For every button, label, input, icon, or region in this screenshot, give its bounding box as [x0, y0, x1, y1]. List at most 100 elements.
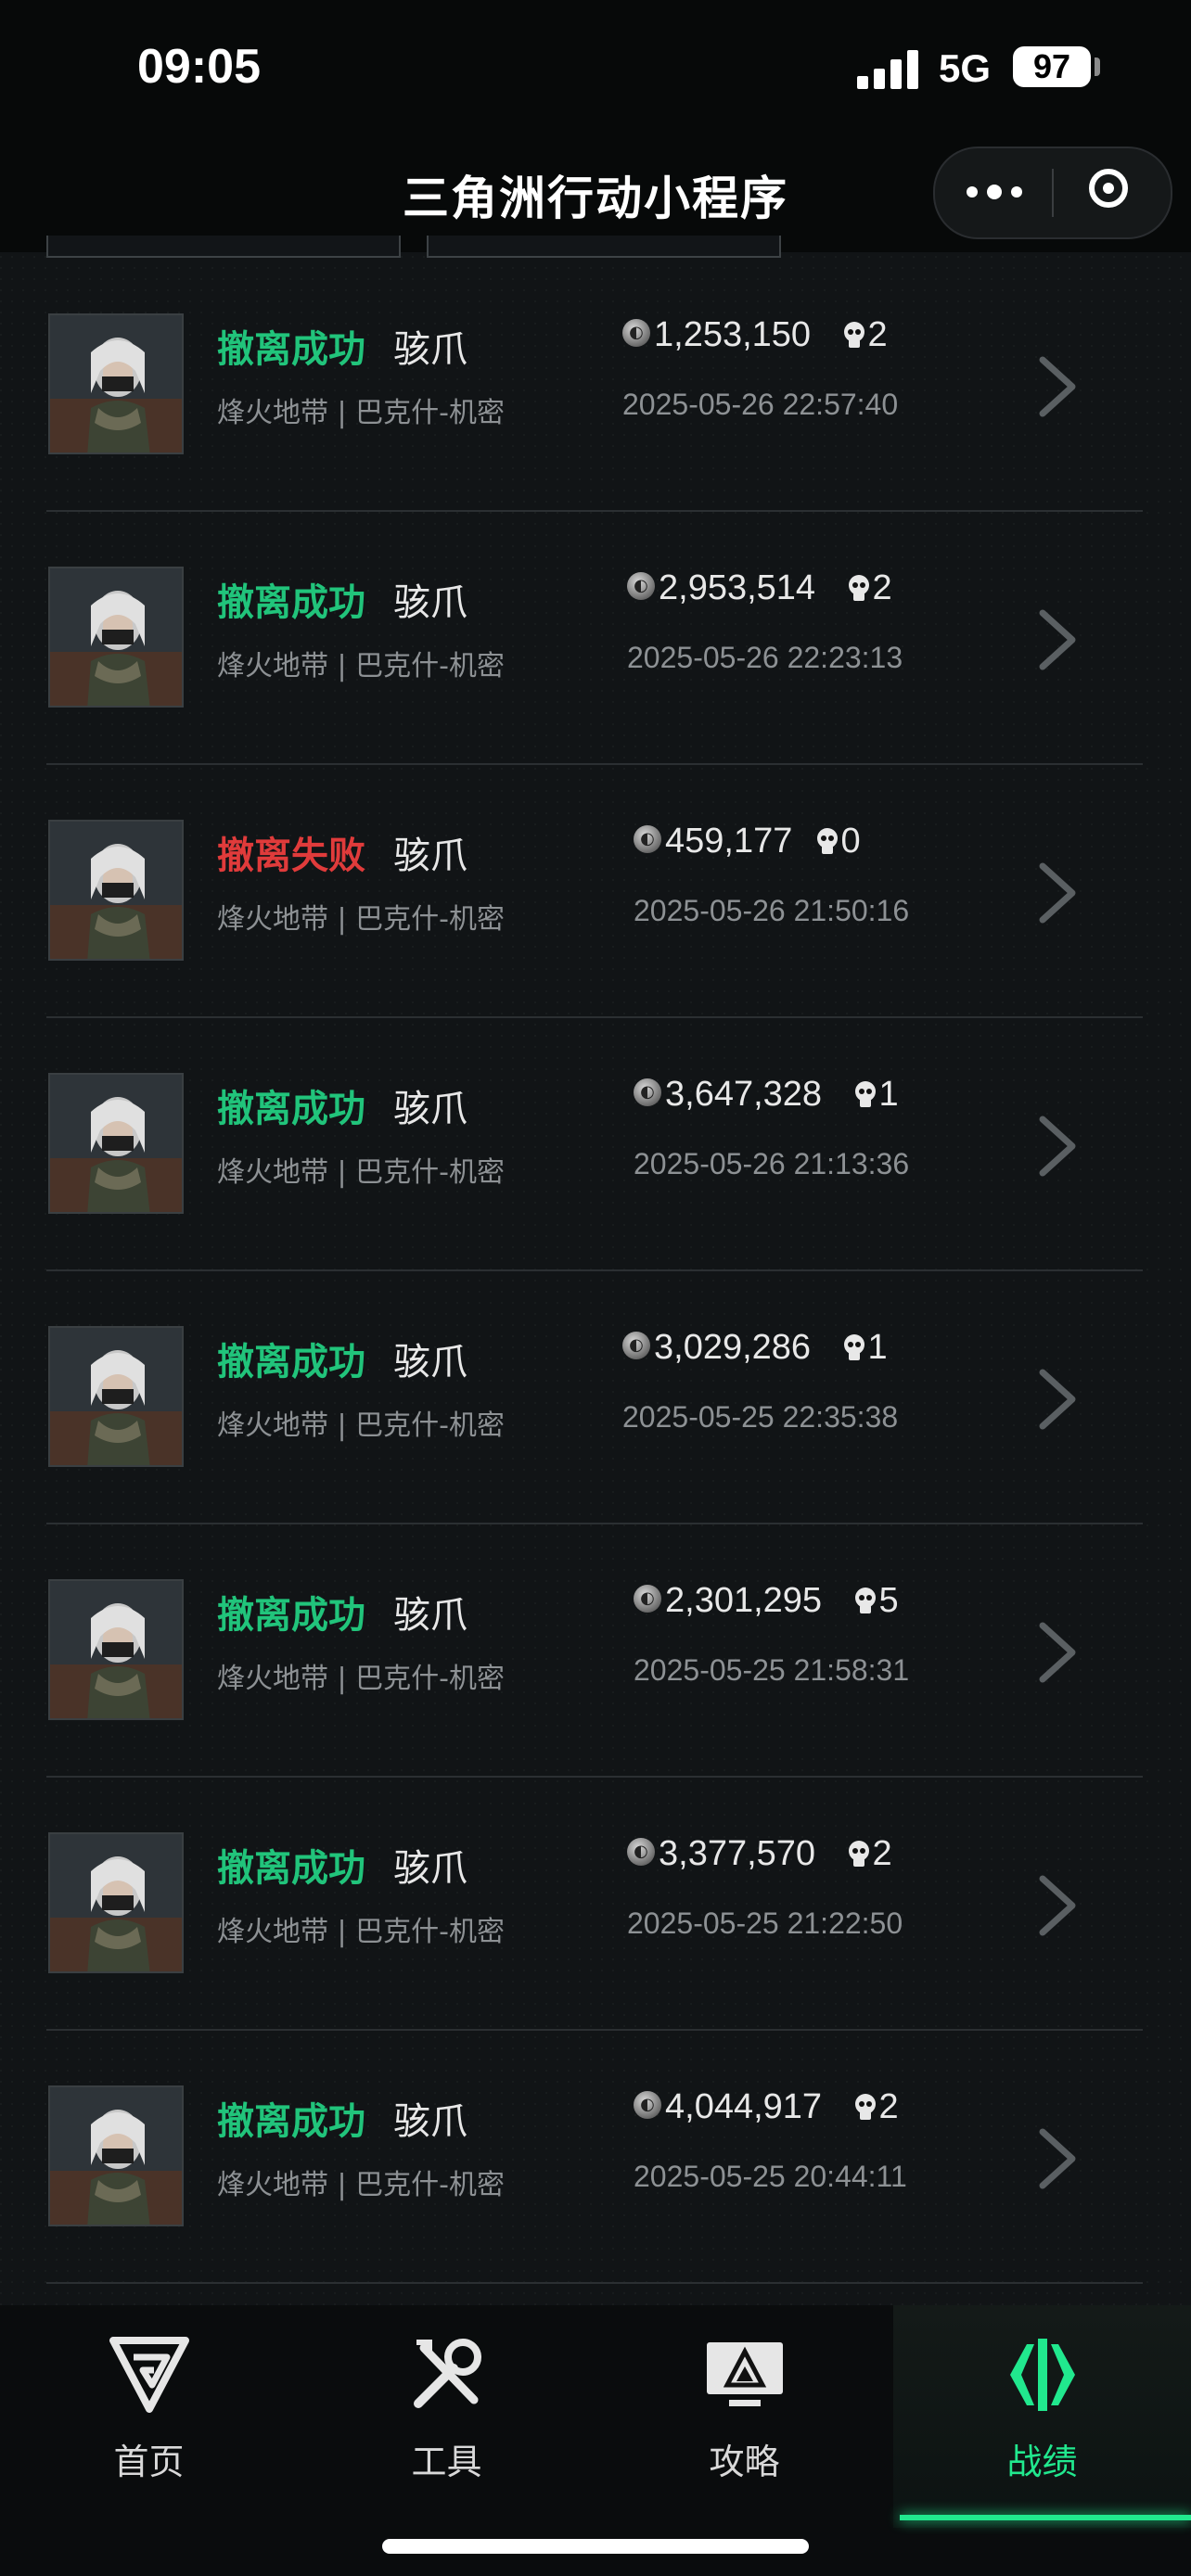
haul-value: 2,953,514: [659, 568, 816, 607]
extraction-status: 撤离成功: [217, 1341, 365, 1384]
status-bar: 09:05 5G 97: [0, 0, 1191, 139]
kills-skull-icon: [816, 828, 838, 854]
coin-icon: ◐: [622, 319, 650, 347]
extraction-status: 撤离成功: [217, 2100, 365, 2143]
extraction-status: 撤离失败: [217, 835, 365, 877]
operator-name: 骇爪: [393, 2100, 467, 2143]
tab-label: 首页: [113, 2442, 185, 2482]
operator-name: 骇爪: [393, 1088, 467, 1130]
operator-avatar: [48, 820, 184, 961]
map-mode: 烽火地带 | 巴克什-机密: [217, 1916, 506, 1948]
home-indicator[interactable]: [382, 2539, 809, 2554]
map-mode: 烽火地带 | 巴克什-机密: [217, 397, 506, 429]
record-row[interactable]: 撤离失败 骇爪 烽火地带 | 巴克什-机密 ◐ 459,177 0 2025-0…: [46, 764, 1143, 1018]
tab-home[interactable]: 首页: [0, 2305, 298, 2528]
coin-icon: ◐: [634, 1585, 661, 1613]
kill-count: 2: [872, 1834, 892, 1873]
kills-skull-icon: [854, 2094, 876, 2120]
record-row[interactable]: 撤离成功 骇爪 烽火地带 | 巴克什-机密 ◐ 2,301,295 5 2025…: [46, 1524, 1143, 1778]
kills-skull-icon: [854, 1588, 876, 1613]
coin-icon: ◐: [634, 1078, 661, 1106]
kills-skull-icon: [848, 1841, 869, 1867]
kill-count: 2: [878, 2087, 899, 2126]
chevron-right-icon[interactable]: [1031, 1367, 1083, 1432]
operator-name: 骇爪: [393, 835, 467, 877]
extraction-status: 撤离成功: [217, 1847, 365, 1890]
match-datetime: 2025-05-26 21:13:36: [634, 1147, 910, 1180]
kill-count: 5: [878, 1581, 899, 1620]
coin-icon: ◐: [627, 1838, 655, 1866]
chevron-right-icon[interactable]: [1031, 354, 1083, 419]
record-row[interactable]: 撤离成功 骇爪 烽火地带 | 巴克什-机密 ◐ 1,253,150 2 2025…: [46, 258, 1143, 512]
haul-value: 3,647,328: [665, 1075, 823, 1114]
tab-guide[interactable]: 攻略: [596, 2305, 893, 2528]
operator-avatar: [48, 313, 184, 454]
coin-icon: ◐: [634, 2091, 661, 2119]
record-row[interactable]: 撤离成功 骇爪 烽火地带 | 巴克什-机密 ◐ 3,647,328 1 2025…: [46, 1017, 1143, 1271]
close-miniprogram-icon[interactable]: [1089, 169, 1128, 208]
operator-name: 骇爪: [393, 1847, 467, 1890]
tab-label: 攻略: [709, 2442, 780, 2482]
home-logo-icon: [109, 2337, 189, 2413]
filter-dropdown-1[interactable]: [46, 236, 401, 258]
map-mode: 烽火地带 | 巴克什-机密: [217, 1663, 506, 1695]
status-time: 09:05: [137, 40, 261, 94]
chevron-right-icon[interactable]: [1031, 1620, 1083, 1685]
chevron-right-icon[interactable]: [1031, 607, 1083, 672]
map-mode: 烽火地带 | 巴克什-机密: [217, 1409, 506, 1442]
capsule-divider: [1052, 169, 1054, 217]
kill-count: 2: [867, 315, 888, 354]
kills-skull-icon: [854, 1081, 876, 1107]
tab-records[interactable]: 战绩: [893, 2305, 1191, 2528]
extraction-status: 撤离成功: [217, 328, 365, 371]
operator-avatar: [48, 1579, 184, 1720]
chevron-right-icon[interactable]: [1031, 1873, 1083, 1938]
operator-name: 骇爪: [393, 328, 467, 371]
active-tab-indicator: [900, 2515, 1191, 2520]
more-menu-icon[interactable]: [967, 178, 1022, 206]
app-page: 09:05 5G 97 三角洲行动小程序 撤离成功 骇爪 烽火地带 | 巴克什-…: [0, 0, 1191, 2576]
miniprogram-capsule: [933, 147, 1172, 239]
map-mode: 烽火地带 | 巴克什-机密: [217, 1156, 506, 1189]
tab-bar: 首页 工具 攻略 战绩: [0, 2305, 1191, 2576]
match-datetime: 2025-05-25 21:22:50: [627, 1906, 903, 1940]
kill-count: 0: [840, 822, 861, 861]
chevron-right-icon[interactable]: [1031, 1114, 1083, 1179]
match-datetime: 2025-05-25 21:58:31: [634, 1653, 910, 1687]
haul-value: 2,301,295: [665, 1581, 823, 1620]
guide-monitor-icon: [707, 2342, 783, 2406]
record-row[interactable]: 撤离成功 骇爪 烽火地带 | 巴克什-机密 ◐ 3,029,286 1 2025…: [46, 1270, 1143, 1524]
tab-label: 工具: [411, 2442, 482, 2482]
extraction-status: 撤离成功: [217, 1594, 365, 1637]
match-datetime: 2025-05-25 20:44:11: [634, 2160, 907, 2193]
operator-avatar: [48, 1832, 184, 1973]
filter-dropdown-2[interactable]: [427, 236, 781, 258]
haul-value: 3,029,286: [654, 1328, 812, 1367]
match-datetime: 2025-05-26 22:23:13: [627, 641, 903, 674]
map-mode: 烽火地带 | 巴克什-机密: [217, 903, 506, 936]
operator-name: 骇爪: [393, 1594, 467, 1637]
record-row[interactable]: 撤离成功 骇爪 烽火地带 | 巴克什-机密 ◐ 3,377,570 2 2025…: [46, 1777, 1143, 2031]
kills-skull-icon: [843, 1334, 864, 1360]
battery-tip: [1095, 57, 1100, 76]
haul-value: 459,177: [665, 822, 793, 861]
chevron-right-icon[interactable]: [1031, 2126, 1083, 2191]
coin-icon: ◐: [622, 1332, 650, 1359]
map-mode: 烽火地带 | 巴克什-机密: [217, 2169, 506, 2201]
match-datetime: 2025-05-26 22:57:40: [622, 388, 899, 421]
match-datetime: 2025-05-26 21:50:16: [634, 894, 910, 927]
kill-count: 2: [872, 568, 892, 607]
record-row[interactable]: 撤离成功 骇爪 烽火地带 | 巴克什-机密 ◐ 4,044,917 2 2025…: [46, 2030, 1143, 2284]
operator-avatar: [48, 1073, 184, 1214]
tab-tools[interactable]: 工具: [298, 2305, 596, 2528]
haul-value: 3,377,570: [659, 1834, 816, 1873]
kills-skull-icon: [843, 322, 864, 348]
operator-name: 骇爪: [393, 581, 467, 624]
operator-avatar: [48, 567, 184, 708]
chevron-right-icon[interactable]: [1031, 861, 1083, 925]
record-row[interactable]: 撤离成功 骇爪 烽火地带 | 巴克什-机密 ◐ 2,953,514 2 2025…: [46, 511, 1143, 765]
battery-icon: 97: [1013, 46, 1091, 87]
tools-icon: [414, 2339, 481, 2408]
record-icon: [1010, 2339, 1075, 2411]
coin-icon: ◐: [627, 572, 655, 600]
